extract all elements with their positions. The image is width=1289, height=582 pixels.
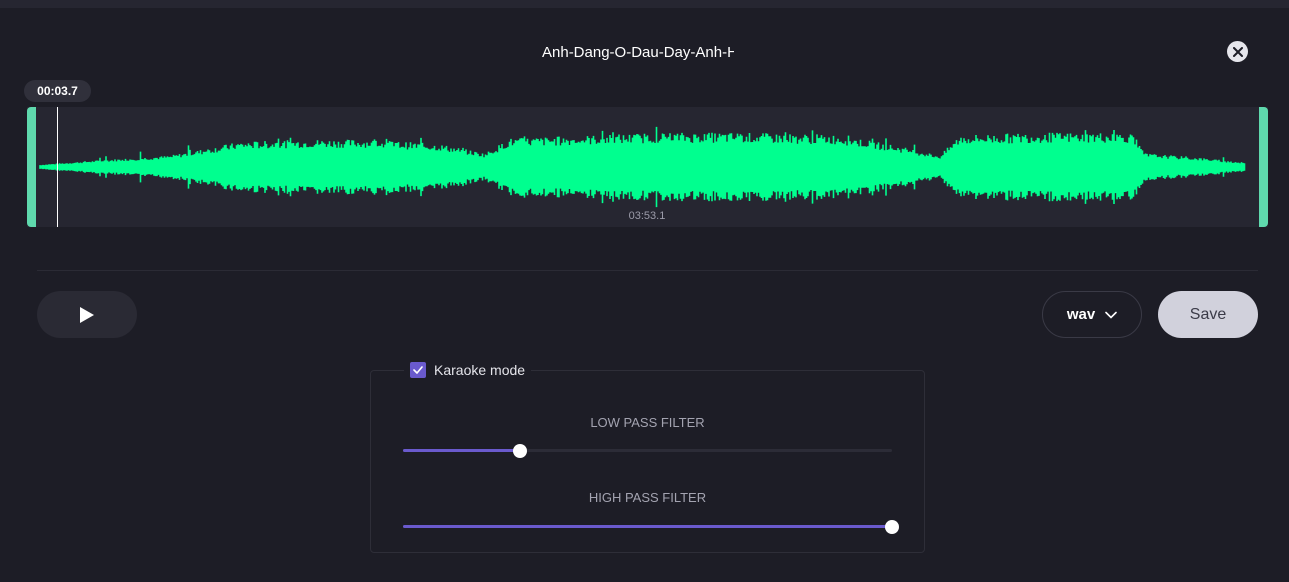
high-pass-slider[interactable] [403,520,899,534]
slider-fill [403,449,521,452]
format-select[interactable]: wav [1042,291,1142,338]
format-selected-value: wav [1066,306,1096,323]
play-button[interactable] [37,291,137,338]
slider-thumb[interactable] [513,444,528,458]
karaoke-label: Karaoke mode [434,362,526,378]
check-icon [413,366,423,374]
karaoke-checkbox[interactable] [410,362,426,378]
waveform [39,126,1246,208]
slider-thumb[interactable] [885,520,899,534]
waveform-editor[interactable]: 03:53.1 [27,107,1268,227]
trim-handle-start[interactable] [27,107,36,227]
chevron-down-icon [1105,311,1117,319]
waveform-path [39,126,1246,208]
close-icon [1232,46,1243,57]
close-button[interactable] [1227,41,1248,62]
current-time-badge: 00:03.7 [24,80,91,102]
top-bar [0,0,1289,8]
save-button[interactable]: Save [1158,291,1258,338]
high-pass-label: HIGH PASS FILTER [588,490,707,505]
slider-fill [403,525,892,528]
low-pass-label: LOW PASS FILTER [590,415,705,430]
low-pass-slider[interactable] [403,444,892,458]
trim-handle-end[interactable] [1259,107,1268,227]
duration-label: 03:53.1 [628,210,666,222]
karaoke-toggle[interactable]: Karaoke mode [404,359,532,381]
file-title: Anh-Dang-O-Dau-Day-Anh-H [542,44,734,61]
divider [37,270,1258,271]
play-icon [80,306,94,323]
playhead[interactable] [57,107,58,227]
